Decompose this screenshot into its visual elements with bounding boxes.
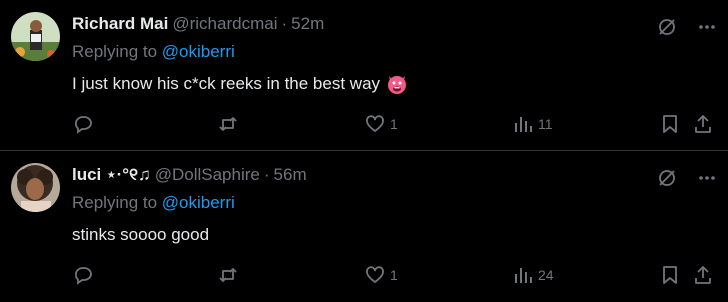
heart-icon xyxy=(366,266,384,283)
retweet-button[interactable] xyxy=(217,111,243,137)
retweet-icon xyxy=(219,117,237,131)
user-handle[interactable]: @richardcmai xyxy=(172,14,277,34)
reply-tweet[interactable]: luci ⋆·°୧♫ @DollSaphire · 56m Replying t… xyxy=(0,150,728,300)
reply-button[interactable] xyxy=(72,262,98,288)
tweet-actions: 1 24 xyxy=(72,262,718,288)
timestamp[interactable]: 52m xyxy=(291,14,324,34)
share-icon xyxy=(695,266,711,284)
timestamp[interactable]: 56m xyxy=(274,165,307,185)
mention-link[interactable]: @okiberri xyxy=(162,42,235,61)
bookmark-icon xyxy=(663,115,677,133)
views-icon xyxy=(515,268,532,283)
tweet-text: stinks soooo good xyxy=(72,223,718,247)
retweet-button[interactable] xyxy=(217,262,243,288)
view-count: 11 xyxy=(538,116,553,132)
more-options-icon[interactable] xyxy=(696,167,718,189)
bookmark-button[interactable] xyxy=(659,111,681,137)
bookmark-icon xyxy=(663,266,677,284)
reply-tweet[interactable]: Richard Mai @richardcmai · 52m Replying … xyxy=(0,0,728,150)
views-button[interactable]: 24 xyxy=(512,262,554,288)
separator: · xyxy=(263,165,270,184)
views-button[interactable]: 11 xyxy=(512,111,553,137)
grok-icon[interactable] xyxy=(656,167,678,189)
reply-icon xyxy=(75,267,92,285)
share-button[interactable] xyxy=(692,111,714,137)
views-icon xyxy=(515,117,532,132)
heart-icon xyxy=(366,115,384,132)
smiling-face-with-horns-emoji xyxy=(386,73,408,95)
like-button[interactable]: 1 xyxy=(364,111,398,137)
retweet-icon xyxy=(219,268,237,282)
tweet-actions: 1 11 xyxy=(72,111,718,137)
tweet-text: I just know his c*ck reeks in the best w… xyxy=(72,72,718,96)
replying-to: Replying to @okiberri xyxy=(72,42,718,66)
tweet-header: Richard Mai @richardcmai · 52m xyxy=(72,12,718,36)
bookmark-button[interactable] xyxy=(659,262,681,288)
avatar[interactable] xyxy=(11,12,60,61)
tweet-header: luci ⋆·°୧♫ @DollSaphire · 56m xyxy=(72,163,718,187)
reply-button[interactable] xyxy=(72,111,98,137)
view-count: 24 xyxy=(538,267,554,283)
avatar[interactable] xyxy=(11,163,60,212)
replying-to: Replying to @okiberri xyxy=(72,193,718,217)
replying-to-label: Replying to xyxy=(72,42,162,61)
grok-icon[interactable] xyxy=(656,16,678,38)
like-count: 1 xyxy=(390,267,398,283)
display-name[interactable]: Richard Mai xyxy=(72,14,168,34)
separator: · xyxy=(281,14,288,33)
like-button[interactable]: 1 xyxy=(364,262,398,288)
display-name[interactable]: luci ⋆·°୧♫ xyxy=(72,165,151,185)
reply-icon xyxy=(75,116,92,134)
replying-to-label: Replying to xyxy=(72,193,162,212)
tweet-text-content: I just know his c*ck reeks in the best w… xyxy=(72,74,381,93)
tweet-text-content: stinks soooo good xyxy=(72,225,210,244)
user-handle[interactable]: @DollSaphire xyxy=(155,165,260,185)
mention-link[interactable]: @okiberri xyxy=(162,193,235,212)
like-count: 1 xyxy=(390,116,398,132)
more-options-icon[interactable] xyxy=(696,16,718,38)
share-button[interactable] xyxy=(692,262,714,288)
share-icon xyxy=(695,115,711,133)
